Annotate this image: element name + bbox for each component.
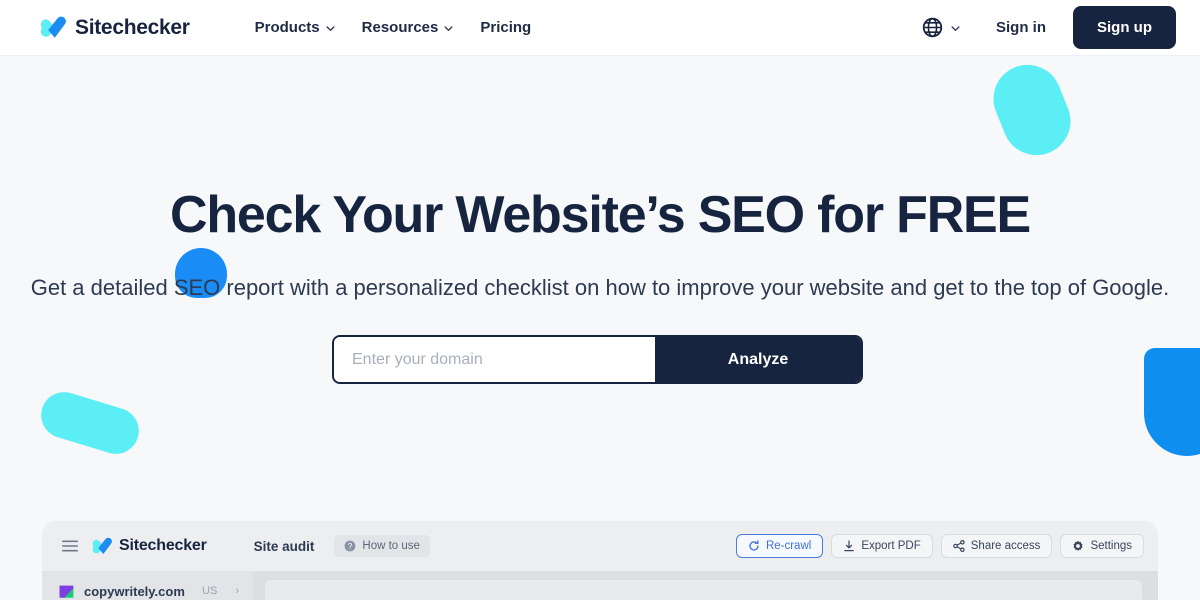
preview-brand-name: Sitechecker [119,537,207,554]
nav-item-pricing[interactable]: Pricing [480,19,531,36]
preview-content-area [253,571,1158,600]
chevron-down-icon [951,26,960,31]
refresh-icon [749,540,759,551]
site-header: Sitechecker Products Resources Pricing S… [0,0,1200,56]
domain-input[interactable] [334,337,655,382]
copywritely-favicon-icon [59,585,74,598]
preview-action-buttons: Re-crawl Export PDF Share access Setting… [735,534,1144,558]
nav-item-label: Products [254,19,320,36]
brand-name: Sitechecker [75,15,190,39]
settings-button[interactable]: Settings [1060,534,1144,558]
preview-body: copywritely.com US › [42,571,1158,600]
settings-label: Settings [1090,540,1132,552]
how-to-use-label: How to use [362,540,420,552]
sign-in-link[interactable]: Sign in [996,19,1046,36]
hero-subtitle: Get a detailed SEO report with a persona… [0,272,1200,303]
language-selector[interactable] [922,17,960,38]
share-access-button[interactable]: Share access [940,534,1053,558]
svg-text:?: ? [348,542,353,551]
brand-logo-link[interactable]: Sitechecker [40,16,190,40]
decorative-cyan-pill-left [35,386,145,460]
preview-content-card [265,580,1142,600]
export-pdf-label: Export PDF [861,540,921,552]
checkmark-logo-icon [40,16,66,38]
nav-item-resources[interactable]: Resources [362,19,454,36]
gear-icon [1073,540,1084,551]
landing-page: Sitechecker Products Resources Pricing S… [0,0,1200,600]
re-crawl-label: Re-crawl [765,540,812,552]
decorative-cyan-blob-top-right [983,54,1081,166]
download-icon [844,540,855,552]
chevron-right-icon: › [235,585,239,597]
tab-site-audit[interactable]: Site audit [254,539,315,554]
analyze-button[interactable]: Analyze [655,337,861,382]
main-nav: Products Resources Pricing [255,19,532,36]
hero-subtitle-text: Get a detailed SEO report with a persona… [30,275,1170,300]
export-pdf-button[interactable]: Export PDF [831,534,933,558]
question-mark-circle-icon: ? [345,540,356,552]
chevron-down-icon [444,26,453,31]
preview-brand[interactable]: Sitechecker [92,537,207,556]
app-preview-panel: Sitechecker Site audit ? How to use Re-c… [42,521,1158,600]
share-icon [952,540,965,552]
re-crawl-button[interactable]: Re-crawl [735,534,824,558]
how-to-use-button[interactable]: ? How to use [334,535,430,557]
nav-item-label: Resources [361,19,439,36]
decorative-blue-blob-right [1144,348,1200,456]
header-actions: Sign in Sign up [922,6,1176,49]
preview-project-row[interactable]: copywritely.com US › [42,571,253,600]
nav-item-label: Pricing [480,19,532,36]
chevron-down-icon [326,26,335,31]
domain-search-form: Analyze [332,335,863,384]
sign-up-button[interactable]: Sign up [1073,6,1176,49]
checkmark-logo-icon [92,537,112,554]
page-title: Check Your Website’s SEO for FREE [169,186,1031,244]
share-access-label: Share access [970,540,1041,552]
hamburger-menu-icon[interactable] [62,540,78,552]
globe-icon [922,17,943,38]
nav-item-products[interactable]: Products [255,19,335,36]
project-country: US [202,585,218,597]
preview-topbar: Sitechecker Site audit ? How to use Re-c… [42,521,1158,571]
project-name: copywritely.com [84,583,185,599]
